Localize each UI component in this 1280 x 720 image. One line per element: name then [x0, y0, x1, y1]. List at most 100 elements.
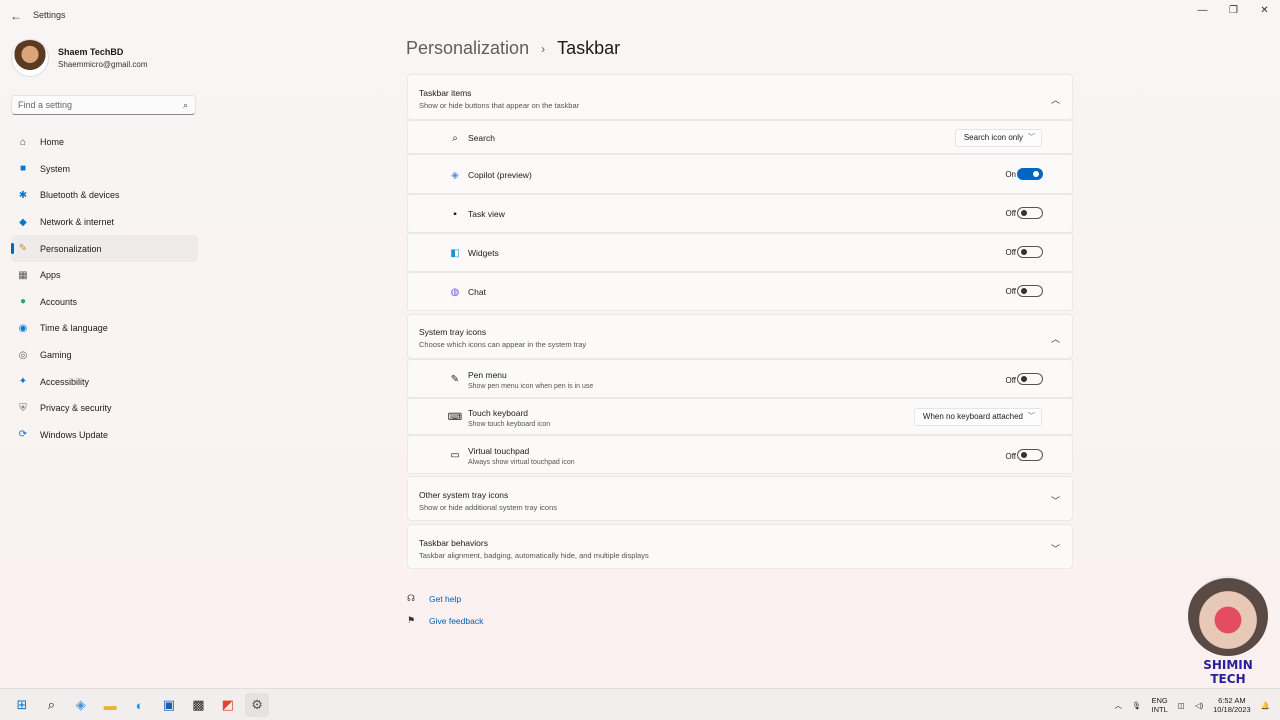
row-subtitle: Show touch keyboard icon: [468, 421, 551, 428]
section-title: Taskbar items: [419, 88, 472, 98]
clock-time: 6:52 AM: [1218, 696, 1246, 705]
help-icon: ☊: [407, 593, 415, 603]
row-label: Pen menu: [468, 370, 507, 380]
sidebar-item-label: Personalization: [40, 243, 102, 254]
clock[interactable]: 6:52 AM 10/18/2023: [1213, 696, 1251, 714]
sidebar-item-label: System: [40, 163, 71, 174]
start-icon[interactable]: ⊞: [10, 693, 34, 717]
keyboard-icon: ⌨: [447, 411, 463, 423]
sidebar-item-apps[interactable]: ▦ Apps: [11, 262, 198, 289]
task-view-icon: ▪: [453, 208, 457, 220]
get-help-link[interactable]: ☊ Get help: [407, 593, 461, 604]
sidebar-item-time-language[interactable]: ◉ Time & language: [11, 315, 198, 342]
row-label: Task view: [468, 209, 505, 219]
toggle-state: Off: [1005, 287, 1016, 296]
microphone-icon[interactable]: 🎙: [1132, 701, 1142, 710]
sidebar-item-label: Apps: [40, 270, 61, 281]
pen-menu-toggle[interactable]: [1017, 373, 1043, 385]
volume-icon[interactable]: ◁): [1195, 701, 1203, 710]
copilot-toggle[interactable]: [1017, 168, 1043, 180]
search-input[interactable]: Find a setting ⌕: [11, 95, 196, 115]
taskbar-behaviors-header[interactable]: Taskbar behaviors Taskbar alignment, bad…: [407, 524, 1073, 569]
section-title: Other system tray icons: [419, 490, 509, 500]
sidebar-item-label: Time & language: [40, 323, 108, 334]
section-subtitle: Choose which icons can appear in the sys…: [419, 340, 587, 349]
row-label: Search: [468, 133, 495, 143]
back-arrow-icon[interactable]: ←: [8, 8, 24, 24]
virtual-touchpad-toggle[interactable]: [1017, 449, 1043, 461]
language-indicator[interactable]: ENG INTL: [1151, 696, 1167, 714]
taskbar-items-header[interactable]: Taskbar items Show or hide buttons that …: [407, 74, 1073, 120]
chevron-down-icon[interactable]: ﹀: [1051, 542, 1060, 555]
close-button[interactable]: ✕: [1249, 0, 1280, 22]
chevron-up-icon[interactable]: ︿: [1114, 701, 1122, 710]
system-tray-header[interactable]: System tray icons Choose which icons can…: [407, 314, 1073, 359]
row-subtitle: Always show virtual touchpad icon: [468, 459, 575, 466]
section-title: Taskbar behaviors: [419, 538, 488, 548]
search-icon: ⌕: [452, 132, 458, 144]
settings-gear-icon[interactable]: ⚙: [245, 693, 270, 717]
monitor-icon: ■: [19, 163, 27, 175]
chevron-up-icon[interactable]: ︿: [1051, 93, 1060, 106]
row-subtitle: Show pen menu icon when pen is in use: [468, 383, 594, 390]
give-feedback-link[interactable]: ⚑ Give feedback: [407, 615, 483, 626]
sidebar-item-system[interactable]: ■ System: [11, 156, 198, 183]
search-icon[interactable]: ⌕: [39, 693, 63, 717]
store-icon[interactable]: ▣: [157, 693, 181, 717]
task-view-toggle[interactable]: [1017, 207, 1043, 219]
notification-bell-icon[interactable]: 🔔: [1261, 701, 1270, 710]
taskbar-apps: ⊞ ⌕ ◈ ▬ ◐ ▣ ▩ ◩ ⚙: [10, 693, 275, 717]
widgets-row: ◧ Widgets Off: [407, 233, 1073, 272]
toggle-state: On: [1005, 170, 1016, 179]
chat-toggle[interactable]: [1017, 285, 1043, 297]
section-title: System tray icons: [419, 327, 487, 337]
toggle-state: Off: [1005, 376, 1016, 385]
search-mode-dropdown[interactable]: Search icon only ﹀: [954, 129, 1042, 147]
section-subtitle: Show or hide additional system tray icon…: [419, 503, 557, 512]
recorder-icon[interactable]: ◩: [216, 693, 240, 717]
sidebar-item-bluetooth-devices[interactable]: ✱ Bluetooth & devices: [11, 182, 198, 209]
sidebar-item-privacy-security[interactable]: ⛨ Privacy & security: [11, 395, 198, 422]
task-view-row: ▪ Task view Off: [407, 194, 1073, 233]
touch-keyboard-dropdown[interactable]: When no keyboard attached ﹀: [913, 408, 1042, 426]
widgets-toggle[interactable]: [1017, 246, 1043, 258]
network-icon[interactable]: ◫: [1178, 701, 1185, 710]
sidebar-item-accounts[interactable]: ● Accounts: [11, 289, 198, 316]
chevron-down-icon[interactable]: ﹀: [1051, 494, 1060, 507]
home-icon: ⌂: [19, 136, 27, 148]
dropdown-value: Search icon only: [963, 133, 1023, 142]
copilot-icon[interactable]: ◈: [69, 693, 93, 717]
sidebar-item-gaming[interactable]: ◎ Gaming: [11, 342, 198, 369]
breadcrumb: Personalization › Taskbar: [406, 38, 620, 59]
minimize-button[interactable]: —: [1187, 0, 1218, 22]
sidebar-item-label: Privacy & security: [40, 403, 112, 414]
sidebar-item-windows-update[interactable]: ⟳ Windows Update: [11, 422, 198, 449]
channel-watermark: SHIMIN TECH: [1188, 576, 1268, 686]
accessibility-icon: ✦: [18, 376, 28, 388]
terminal-icon[interactable]: ▩: [186, 693, 210, 717]
sidebar-item-network-internet[interactable]: ◆ Network & internet: [11, 209, 198, 236]
gamepad-icon: ◎: [18, 349, 28, 361]
sidebar-item-home[interactable]: ⌂ Home: [11, 129, 198, 156]
breadcrumb-parent[interactable]: Personalization: [406, 38, 529, 59]
sidebar-item-label: Bluetooth & devices: [40, 190, 120, 201]
row-label: Copilot (preview): [468, 170, 532, 180]
sidebar-item-label: Network & internet: [40, 217, 115, 228]
virtual-touchpad-row: ▭ Virtual touchpad Always show virtual t…: [407, 435, 1073, 474]
window-controls: — ❐ ✕: [1187, 0, 1280, 22]
other-tray-icons-header[interactable]: Other system tray icons Show or hide add…: [407, 476, 1073, 521]
file-explorer-icon[interactable]: ▬: [98, 693, 122, 717]
sidebar-item-personalization[interactable]: ✎ Personalization: [11, 235, 198, 262]
sidebar-nav: ⌂ Home ■ System ✱ Bluetooth & devices ◆ Network…: [11, 129, 198, 448]
chevron-up-icon[interactable]: ︿: [1051, 332, 1060, 345]
dropdown-value: When no keyboard attached: [922, 412, 1023, 421]
apps-icon: ▦: [18, 269, 28, 281]
user-profile[interactable]: Shaem TechBD Shaemmicro@gmail.com: [11, 39, 147, 77]
lang-top: ENG: [1151, 696, 1168, 705]
app-title: Settings: [33, 10, 66, 20]
edge-icon[interactable]: ◐: [128, 693, 152, 717]
restore-button[interactable]: ❐: [1218, 0, 1249, 22]
sidebar-item-accessibility[interactable]: ✦ Accessibility: [11, 368, 198, 395]
wifi-icon: ◆: [19, 216, 27, 228]
link-text: Give feedback: [429, 615, 484, 626]
